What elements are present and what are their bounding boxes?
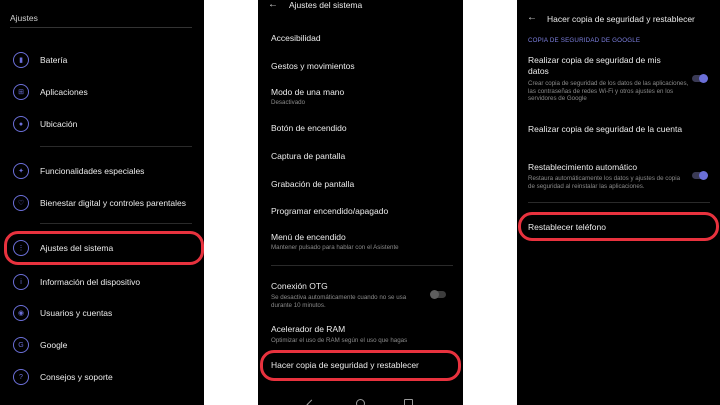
battery-icon: ▮ — [13, 52, 29, 68]
special-features-icon: ✦ — [13, 163, 29, 179]
settings-item-digital-wellbeing[interactable]: ♡ Bienestar digital y controles parental… — [0, 193, 204, 213]
item-power-button[interactable]: Botón de encendido — [271, 123, 347, 133]
location-pin-icon: ● — [13, 116, 29, 132]
page-title: Hacer copia de seguridad y restablecer — [547, 14, 695, 24]
section-divider — [528, 202, 710, 203]
header-title: Ajustes — [10, 13, 38, 23]
nav-recents-icon[interactable] — [404, 399, 413, 405]
section-header: COPIA DE SEGURIDAD DE GOOGLE — [528, 37, 641, 44]
item-label: Restablecimiento automático — [528, 162, 638, 172]
settings-panel: Ajustes ▮ Batería ⊞ Aplicaciones ● Ubica… — [0, 0, 204, 405]
item-label: Usuarios y cuentas — [40, 308, 113, 318]
settings-item-device-info[interactable]: i Información del dispositivo — [0, 272, 204, 292]
settings-item-users[interactable]: ◉ Usuarios y cuentas — [0, 303, 204, 323]
page-title: Ajustes del sistema — [289, 0, 363, 10]
item-subtitle: Se desactiva automáticamente cuando no s… — [271, 294, 407, 309]
back-arrow-icon[interactable]: ← — [527, 12, 537, 23]
toggle-knob — [430, 290, 439, 299]
item-label: Acelerador de RAM — [271, 324, 346, 334]
google-icon: G — [13, 337, 29, 353]
nav-back-icon[interactable] — [306, 399, 317, 405]
highlight-backup-restore — [260, 350, 461, 381]
highlight-system-settings — [4, 231, 204, 265]
digital-wellbeing-icon: ♡ — [13, 195, 29, 211]
item-one-hand-mode[interactable]: Modo de una mano Desactivado — [271, 87, 456, 107]
item-label: Realizar copia de seguridad de mis datos — [528, 55, 661, 76]
item-label: Funcionalidades especiales — [40, 166, 145, 176]
item-gestures[interactable]: Gestos y movimientos — [271, 61, 355, 71]
header-divider — [10, 27, 192, 28]
item-label: Ubicación — [40, 119, 78, 129]
item-screenshot[interactable]: Captura de pantalla — [271, 151, 345, 161]
item-backup-account[interactable]: Realizar copia de seguridad de la cuenta — [528, 124, 682, 134]
item-subtitle: Desactivado — [271, 99, 306, 106]
system-settings-panel: ← Ajustes del sistema Accesibilidad Gest… — [258, 0, 463, 405]
item-subtitle: Restaura automáticamente los datos y aju… — [528, 175, 681, 190]
item-label: Google — [40, 340, 68, 350]
item-otg[interactable]: Conexión OTG Se desactiva automáticament… — [271, 281, 421, 309]
toggle-knob — [699, 74, 708, 83]
item-label: Consejos y soporte — [40, 372, 113, 382]
item-label: Menú de encendido — [271, 232, 346, 242]
section-divider — [40, 223, 192, 224]
item-label: Bienestar digital y controles parentales — [40, 198, 186, 208]
settings-item-battery[interactable]: ▮ Batería — [0, 50, 204, 70]
section-divider — [271, 265, 453, 266]
settings-item-location[interactable]: ● Ubicación — [0, 114, 204, 134]
help-icon: ? — [13, 369, 29, 385]
item-label: Información del dispositivo — [40, 277, 141, 287]
item-power-menu[interactable]: Menú de encendido Mantener pulsado para … — [271, 232, 456, 252]
settings-item-google[interactable]: G Google — [0, 335, 204, 355]
item-schedule-power[interactable]: Programar encendido/apagado — [271, 206, 388, 216]
item-accessibility[interactable]: Accesibilidad — [271, 33, 321, 43]
item-auto-restore[interactable]: Restablecimiento automático Restaura aut… — [528, 162, 693, 190]
item-backup-my-data[interactable]: Realizar copia de seguridad de mis datos… — [528, 55, 688, 103]
backup-restore-panel: ← Hacer copia de seguridad y restablecer… — [517, 0, 720, 405]
section-divider — [40, 146, 192, 147]
apps-grid-icon: ⊞ — [13, 84, 29, 100]
settings-item-help[interactable]: ? Consejos y soporte — [0, 367, 204, 387]
item-ram-accelerator[interactable]: Acelerador de RAM Optimizar el uso de RA… — [271, 324, 456, 345]
highlight-reset-phone — [518, 212, 719, 241]
item-subtitle: Mantener pulsado para hablar con el Asis… — [271, 244, 399, 251]
users-icon: ◉ — [13, 305, 29, 321]
back-arrow-icon[interactable]: ← — [268, 0, 278, 10]
item-subtitle: Crear copia de seguridad de los datos de… — [528, 80, 689, 103]
settings-item-special-features[interactable]: ✦ Funcionalidades especiales — [0, 161, 204, 181]
item-subtitle: Optimizar el uso de RAM según el uso que… — [271, 337, 408, 344]
item-label: Conexión OTG — [271, 281, 328, 291]
item-label: Aplicaciones — [40, 87, 88, 97]
settings-item-apps[interactable]: ⊞ Aplicaciones — [0, 82, 204, 102]
nav-home-icon[interactable] — [356, 399, 365, 405]
toggle-knob — [699, 171, 708, 180]
info-icon: i — [13, 274, 29, 290]
item-label: Modo de una mano — [271, 87, 345, 97]
item-screen-recording[interactable]: Grabación de pantalla — [271, 179, 354, 189]
item-label: Batería — [40, 55, 68, 65]
